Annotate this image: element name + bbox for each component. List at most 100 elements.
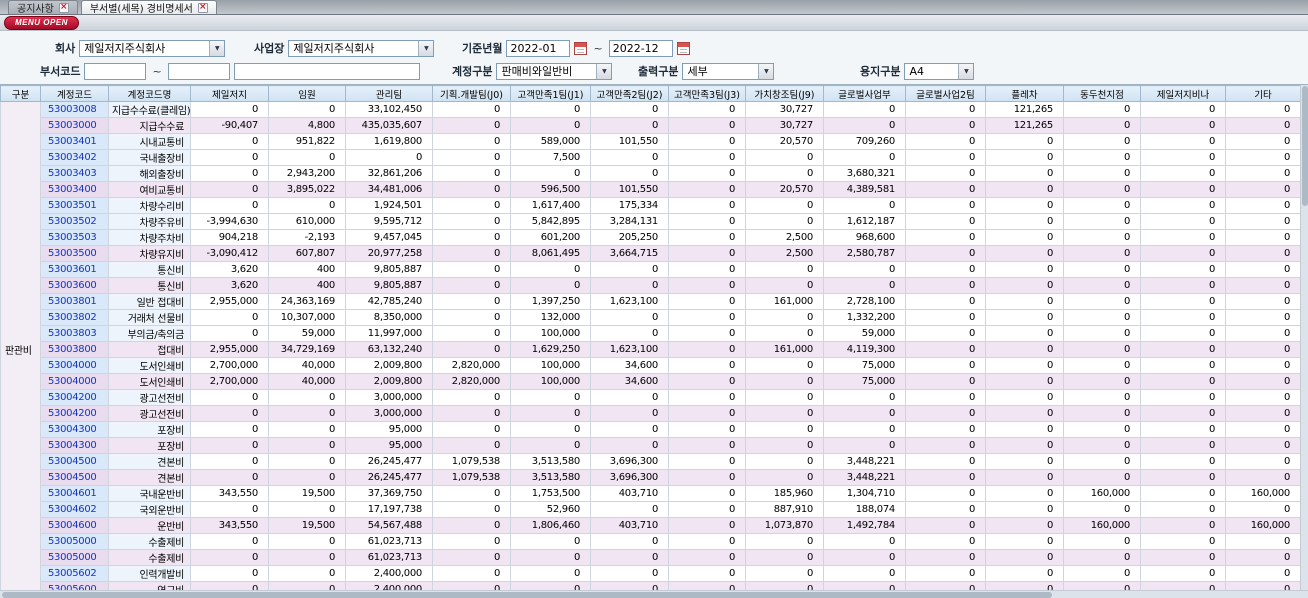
amount-cell: 0 [190,453,269,470]
amount-cell: 0 [1063,261,1141,278]
account-select[interactable]: 판매비와일반비 [496,62,613,80]
amount-cell: 0 [432,101,511,118]
amount-cell: 59,000 [823,325,906,342]
period-from-input[interactable] [506,39,571,57]
dept-code-to-input[interactable] [167,62,230,80]
table-row[interactable]: 53003801 일반 접대비 2,955,000 24,363,169 42,785,… [1,293,1301,310]
amount-cell: 0 [268,533,346,550]
paper-select[interactable]: A4 [904,62,975,80]
table-row[interactable]: 53005600연구비002,400,00000000000000 [1,581,1301,590]
tab-expense-report[interactable]: 부서별(세목) 경비명세서 [80,0,217,15]
amount-cell: 0 [510,581,591,590]
table-row[interactable]: 53003000 지급수수료 -90,407 4,800 435,035,607 0 0 0 0… [1,117,1301,134]
amount-cell: 0 [432,549,511,566]
amount-cell: 2,820,000 [432,357,511,374]
table-row[interactable]: 53004000 도서인쇄비 2,700,000 40,000 2,009,800 2,8… [1,373,1301,390]
amount-cell: 0 [1225,501,1301,518]
period-to-input[interactable] [608,39,673,57]
amount-cell: 2,728,100 [823,293,906,310]
table-row[interactable]: 53003803 부의금/축의금 0 59,000 11,997,000 0 100,000… [1,325,1301,342]
table-row[interactable]: 53003401 시내교통비 0 951,822 1,619,800 0 589,000 10… [1,133,1301,150]
table-row[interactable]: 53004600 운반비 343,550 19,500 54,567,488 0 1,806… [1,517,1301,534]
table-row[interactable]: 53003400 여비교통비 0 3,895,022 34,481,006 0 596,50… [1,181,1301,198]
company-select[interactable]: 제일저지주식회사 [79,39,226,57]
amount-cell: 0 [668,421,746,438]
amount-cell: 1,806,460 [510,517,591,534]
amount-cell: 1,073,870 [745,517,824,534]
dept-code-from-input[interactable] [84,62,147,80]
table-row[interactable]: 53004601 국내운반비 343,550 19,500 37,369,750 0 1,7… [1,485,1301,502]
table-row[interactable]: 53003502 차량주유비 -3,994,630 610,000 9,595,712 0… [1,213,1301,230]
chevron-down-icon[interactable] [596,63,612,79]
amount-cell: 0 [668,501,746,518]
amount-cell: 0 [190,501,269,518]
amount-cell: 0 [1063,389,1141,406]
amount-cell: 435,035,607 [345,117,433,134]
table-row[interactable]: 53004500 견본비 0 0 26,245,477 1,079,538 3,513,58… [1,469,1301,486]
table-row[interactable]: 53005602 인력개발비 0 0 2,400,000 0 0 0 0 0 0 0 0 0 0 0 [1,565,1301,582]
close-icon[interactable] [58,2,69,13]
account-name-cell: 차량주유비 [108,213,191,230]
table-row[interactable]: 53003501 차량수리비 0 0 1,924,501 0 1,617,400 175,33… [1,197,1301,214]
amount-cell: 0 [668,261,746,278]
table-row[interactable]: 53003403 해외출장비 0 2,943,200 32,861,206 0 0 0 0 0 3,… [1,165,1301,182]
table-row[interactable]: 53003600 통신비 3,620 400 9,805,887 0 0 0 0 0 0 0 0 0 0 0 [1,277,1301,294]
table-row[interactable]: 판관비 53003008 지급수수료(클레임) 0 0 33,102,450 0 0 0 0 30,… [0,101,1301,590]
amount-cell: 0 [905,277,986,294]
table-row[interactable]: 53003503 차량주차비 904,218 -2,193 9,457,045 0 601,… [1,229,1301,246]
chevron-down-icon[interactable] [758,63,774,79]
close-icon[interactable] [197,2,208,13]
tab-notice[interactable]: 공지사항 [8,0,78,15]
account-code-cell: 53003503 [40,229,109,246]
column-header: 플레차 [985,85,1064,102]
amount-cell: 0 [268,549,346,566]
expense-grid: 구분 계정코드 계정코드명 제일저지 임원 관리팀 기획.개발팀(J0) 고객만족1팀(J1)… [0,85,1308,590]
amount-cell: 2,580,787 [823,245,906,262]
table-row[interactable]: 53005000 수출제비 0 0 61,023,713 0 0 0 0 0 0 0 0 0 0 0 [1,533,1301,550]
dept-name-field[interactable] [233,62,420,80]
amount-cell: 0 [432,485,511,502]
amount-cell: 4,389,581 [823,181,906,198]
table-row[interactable]: 53004000 도서인쇄비 2,700,000 40,000 2,009,800 2,8… [1,357,1301,374]
table-row[interactable]: 53005000 수출제비 0 0 61,023,713 0 0 0 0 0 0 0 0 0 0 0 [1,549,1301,566]
table-row[interactable]: 53003402 국내출장비 0 0 0 0 7,500 0 0 0 0 0 0 0 0 0 [1,149,1301,166]
amount-cell: 0 [668,517,746,534]
amount-cell: 0 [823,117,906,134]
amount-cell: 20,570 [745,181,824,198]
table-row[interactable]: 53003601 통신비 3,620 400 9,805,887 0 0 0 0 0 0 0 0 0 0 0 [1,261,1301,278]
table-row[interactable]: 53004500 견본비 0 0 26,245,477 1,079,538 3,513,58… [1,453,1301,470]
output-select[interactable]: 세부 [682,62,775,80]
table-row[interactable]: 53003802 거래처 선물비 0 10,307,000 8,350,000 0 132,… [1,309,1301,326]
chevron-down-icon[interactable] [418,40,434,56]
amount-cell: 0 [1063,197,1141,214]
calendar-icon[interactable] [574,41,588,55]
amount-cell: 0 [1225,533,1301,550]
calendar-icon[interactable] [676,41,690,55]
amount-cell: 121,265 [985,101,1064,118]
table-row[interactable]: 53003500 차량유지비 -3,090,412 607,807 20,977,258… [1,245,1301,262]
output-value: 세부 [687,65,708,78]
amount-cell: 0 [905,533,986,550]
table-row[interactable]: 53004602 국외운반비 0 0 17,197,738 0 52,960 0 0 887,91… [1,501,1301,518]
amount-cell: 601,200 [510,229,591,246]
table-row[interactable]: 53003800 접대비 2,955,000 34,729,169 63,132,240… [1,341,1301,358]
chevron-down-icon[interactable] [209,40,225,56]
table-row[interactable]: 53004200 광고선전비 0 0 3,000,000 0 0 0 0 0 0 0 0 0 0 0 [1,389,1301,406]
vertical-scrollbar-thumb[interactable] [1302,86,1308,206]
amount-cell: 0 [745,453,824,470]
horizontal-scrollbar[interactable] [0,590,1308,598]
account-name-cell: 접대비 [108,341,191,358]
vertical-scrollbar[interactable] [1300,85,1308,590]
amount-cell: 0 [1140,437,1226,454]
amount-cell: 0 [1140,309,1226,326]
amount-cell: 0 [668,229,746,246]
site-select[interactable]: 제일저지주식회사 [288,39,435,57]
account-code-cell: 53004500 [40,453,109,470]
table-row[interactable]: 53004300 포장비 0 0 95,000 0 0 0 0 0 0 0 0 0 0 0 [1,421,1301,438]
horizontal-scrollbar-thumb[interactable] [2,592,1052,598]
table-row[interactable]: 53004200 광고선전비 0 0 3,000,000 0 0 0 0 0 0 0 0 0 0 0 [1,405,1301,422]
table-row[interactable]: 53004300 포장비 0 0 95,000 0 0 0 0 0 0 0 0 0 0 0 [1,437,1301,454]
amount-cell: 0 [985,405,1064,422]
menu-open-button[interactable]: MENU OPEN [4,15,79,30]
chevron-down-icon[interactable] [958,63,974,79]
